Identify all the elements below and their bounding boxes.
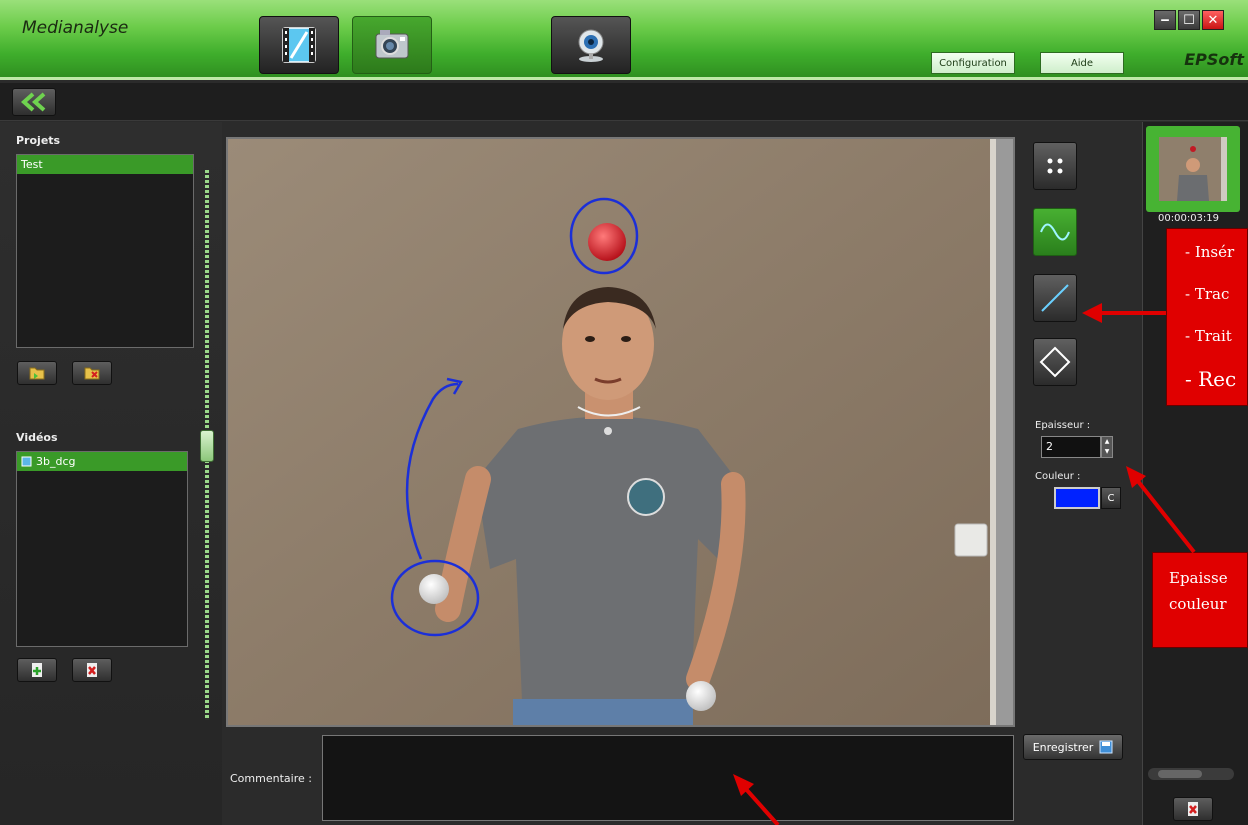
thickness-input[interactable]: 2 — [1041, 436, 1101, 458]
webcam-icon — [578, 29, 604, 62]
diamond-icon — [1039, 346, 1071, 378]
camera-icon — [375, 30, 409, 59]
add-file-icon — [32, 663, 42, 677]
snapshot-image — [1159, 137, 1227, 201]
videos-label: Vidéos — [16, 431, 58, 444]
open-project-button[interactable] — [17, 361, 57, 385]
tools-callout: - Insér - Trac - Trait - Rec — [1166, 228, 1248, 406]
projects-label: Projets — [16, 134, 61, 147]
close-button[interactable]: ✕ — [1202, 10, 1224, 30]
rectangle-tool-button[interactable] — [1033, 338, 1077, 386]
film-icon — [282, 27, 316, 63]
configuration-button[interactable]: Configuration — [931, 52, 1015, 74]
color-label: Couleur : — [1035, 471, 1081, 482]
freehand-tool-button[interactable] — [1033, 208, 1077, 256]
webcam-mode-button[interactable] — [551, 16, 631, 74]
video-frame[interactable] — [226, 137, 1015, 727]
add-video-button[interactable] — [17, 658, 57, 682]
snapshot-thumbnail[interactable] — [1146, 126, 1240, 212]
video-item[interactable]: 3b_dcg — [17, 452, 187, 471]
snapshot-scrollbar[interactable] — [1148, 768, 1234, 780]
properties-callout: Epaisse couleur — [1152, 552, 1248, 648]
callout-line: - Insér — [1185, 243, 1235, 261]
color-swatch[interactable] — [1054, 487, 1100, 509]
sine-wave-icon — [1040, 223, 1070, 241]
folder-open-icon — [29, 367, 45, 380]
comment-label: Commentaire : — [230, 772, 312, 785]
videos-list[interactable]: 3b_dcg — [16, 451, 188, 647]
video-item-label: 3b_dcg — [36, 455, 76, 468]
close-icon: ✕ — [1207, 12, 1219, 28]
panel-splitter-handle[interactable] — [200, 430, 214, 462]
callout-line: - Rec — [1185, 367, 1237, 391]
points-icon — [1047, 158, 1063, 174]
delete-snapshot-button[interactable] — [1173, 797, 1213, 821]
project-item[interactable]: Test — [17, 155, 193, 174]
back-button[interactable] — [12, 88, 56, 116]
scrollbar-thumb[interactable] — [1158, 770, 1202, 778]
thickness-label: Epaisseur : — [1035, 420, 1091, 431]
title-bar: Medianalyse Configuration Aide ‒ ☐ ✕ EPS… — [0, 0, 1248, 80]
projects-list[interactable]: Test — [16, 154, 194, 348]
line-icon — [1041, 284, 1069, 312]
floppy-disk-icon — [1099, 740, 1113, 754]
folder-delete-icon — [84, 367, 100, 380]
maximize-icon: ☐ — [1183, 12, 1195, 28]
brand-logo: EPSoft — [1184, 50, 1244, 69]
callout-line: Epaisse — [1169, 569, 1228, 587]
callout-line: - Trac — [1185, 285, 1230, 303]
color-picker-button[interactable]: C — [1101, 487, 1121, 509]
help-button[interactable]: Aide — [1040, 52, 1124, 74]
delete-project-button[interactable] — [72, 361, 112, 385]
callout-line: - Trait — [1185, 327, 1232, 345]
video-image — [228, 139, 1013, 725]
toolbar — [0, 83, 1248, 121]
delete-file-icon — [1188, 802, 1198, 816]
minimize-icon: ‒ — [1160, 12, 1170, 28]
comment-textarea[interactable] — [322, 735, 1014, 821]
delete-video-button[interactable] — [72, 658, 112, 682]
project-item-label: Test — [21, 158, 43, 171]
snapshot-timestamp: 00:00:03:19 — [1158, 213, 1220, 224]
callout-line: couleur — [1169, 595, 1227, 613]
delete-file-icon — [87, 663, 97, 677]
photo-mode-button[interactable] — [352, 16, 432, 74]
minimize-button[interactable]: ‒ — [1154, 10, 1176, 30]
app-title: Medianalyse — [22, 18, 129, 38]
video-mode-button[interactable] — [259, 16, 339, 74]
point-tool-button[interactable] — [1033, 142, 1077, 190]
double-chevron-left-icon — [20, 92, 46, 112]
video-file-icon — [21, 456, 32, 467]
thickness-spinner[interactable]: ▲ ▼ — [1101, 436, 1113, 458]
save-button[interactable]: Enregistrer — [1023, 734, 1123, 760]
maximize-button[interactable]: ☐ — [1178, 10, 1200, 30]
save-button-label: Enregistrer — [1032, 740, 1094, 754]
line-tool-button[interactable] — [1033, 274, 1077, 322]
